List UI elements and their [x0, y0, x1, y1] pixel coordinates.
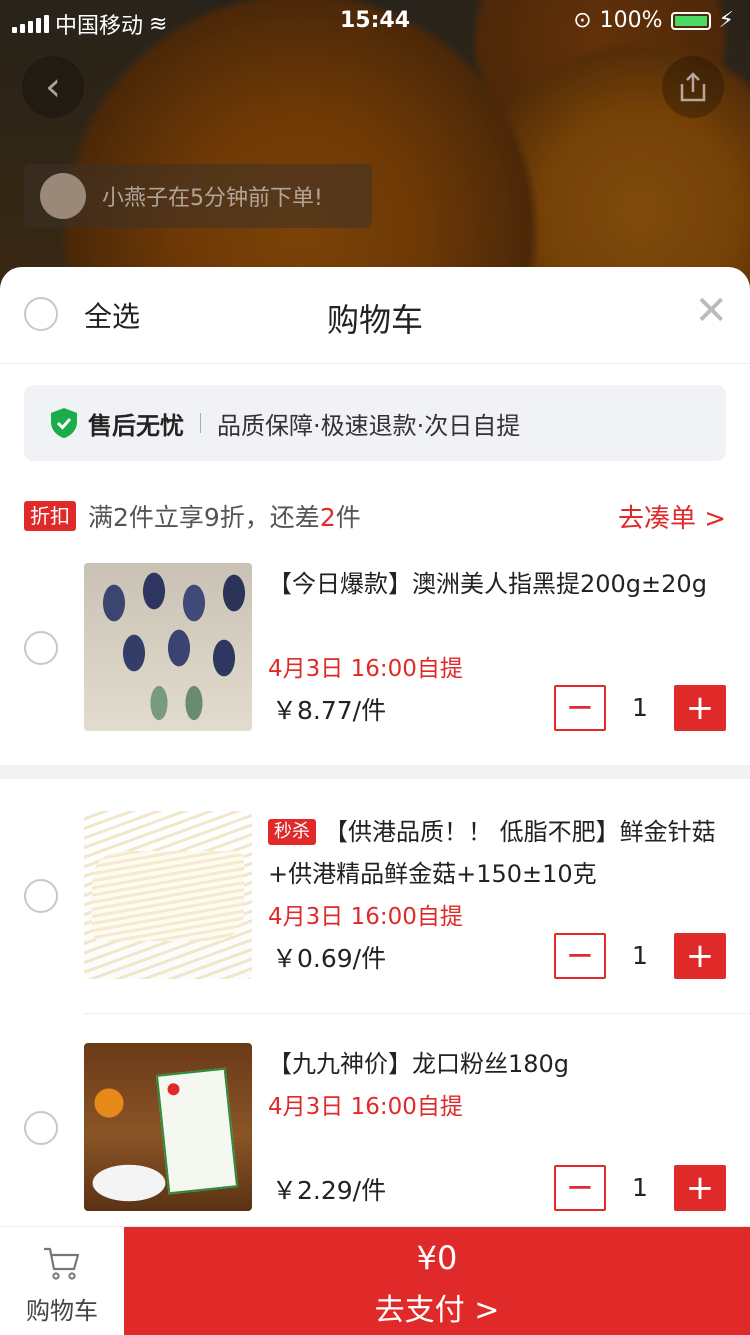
rotation-lock-icon: ⊙ [573, 8, 592, 33]
cart-tab[interactable]: 购物车 [0, 1227, 124, 1335]
promo-text-suffix: 件 [335, 503, 361, 532]
charging-icon: ⚡ [718, 8, 734, 33]
shopping-cart-icon [44, 1247, 80, 1280]
share-button[interactable] [662, 56, 724, 118]
quantity-decrease-button[interactable]: − [554, 685, 606, 731]
cart-item: 【今日爆款】澳洲美人指黑提200g±20g 4月3日 16:00自提 ￥8.77… [0, 563, 750, 763]
quantity-decrease-button[interactable]: − [554, 933, 606, 979]
quantity-value: 1 [632, 1173, 648, 1202]
pay-button[interactable]: ¥0 去支付 > [124, 1227, 750, 1335]
close-icon[interactable]: ✕ [694, 291, 728, 331]
status-bar: 中国移动 ≋ 15:44 ⊙ 100% ⚡ [0, 0, 750, 40]
order-toast: 小燕子在5分钟前下单! [24, 164, 372, 228]
quantity-increase-button[interactable]: + [674, 1165, 726, 1211]
item-title[interactable]: 【九九神价】龙口粉丝180g [268, 1043, 724, 1085]
product-thumbnail[interactable] [84, 811, 252, 979]
item-price: ￥0.69/件 [272, 944, 387, 973]
avatar [40, 173, 86, 219]
vermicelli-package-image [155, 1067, 239, 1195]
quantity-increase-button[interactable]: + [674, 933, 726, 979]
item-title-text: 【供港品质！！ 低脂不肥】鲜金针菇+供港精品鲜金菇+150±10克 [268, 818, 716, 888]
add-more-link[interactable]: 去凑单 > [618, 498, 726, 535]
product-thumbnail[interactable] [84, 563, 252, 731]
pickup-time: 4月3日 16:00自提 [268, 904, 463, 930]
cart-item: 【九九神价】龙口粉丝180g 4月3日 16:00自提 ￥2.29/件 − 1 … [0, 1043, 750, 1243]
cart-tab-label: 购物车 [26, 1297, 98, 1325]
mushroom-image [92, 851, 244, 941]
item-checkbox[interactable] [24, 1111, 58, 1145]
item-checkbox[interactable] [24, 631, 58, 665]
item-divider [84, 1013, 750, 1014]
item-title[interactable]: 秒杀 【供港品质！！ 低脂不肥】鲜金针菇+供港精品鲜金菇+150±10克 [268, 811, 724, 895]
chevron-left-icon: ‹ [45, 64, 61, 110]
section-divider [0, 765, 750, 779]
promo-text-prefix: 满2件立享9折，还差 [88, 503, 320, 532]
shield-check-icon [51, 408, 77, 438]
cart-sheet: 全选 购物车 ✕ 售后无忧 品质保障·极速退款·次日自提 折扣 满2件立享9折，… [0, 267, 750, 1334]
cart-header: 全选 购物车 ✕ [0, 267, 750, 364]
battery-percent: 100% [599, 8, 663, 33]
item-title[interactable]: 【今日爆款】澳洲美人指黑提200g±20g [268, 563, 724, 605]
discount-badge: 折扣 [24, 501, 76, 531]
cart-title: 购物车 [326, 301, 423, 339]
quantity-value: 1 [632, 941, 648, 970]
flash-sale-badge: 秒杀 [268, 819, 316, 845]
promo-text: 满2件立享9折，还差2件 [88, 498, 361, 534]
quantity-value: 1 [632, 693, 648, 722]
cart-item: 秒杀 【供港品质！！ 低脂不肥】鲜金针菇+供港精品鲜金菇+150±10克 4月3日… [0, 811, 750, 1011]
guarantee-title: 售后无忧 [88, 411, 184, 440]
back-button[interactable]: ‹ [22, 56, 84, 118]
pickup-time: 4月3日 16:00自提 [268, 656, 463, 682]
toast-text: 小燕子在5分钟前下单! [102, 186, 323, 211]
item-price: ￥8.77/件 [272, 696, 387, 725]
promo-count: 2 [319, 503, 336, 532]
pay-label: 去支付 > [374, 1293, 500, 1328]
share-icon [680, 72, 706, 102]
after-sales-banner: 售后无忧 品质保障·极速退款·次日自提 [24, 385, 726, 461]
pickup-time: 4月3日 16:00自提 [268, 1094, 463, 1120]
checkout-bar: 购物车 ¥0 去支付 > [0, 1226, 750, 1335]
item-checkbox[interactable] [24, 879, 58, 913]
item-price: ￥2.29/件 [272, 1176, 387, 1205]
guarantee-desc: 品质保障·极速退款·次日自提 [217, 411, 521, 440]
divider [200, 413, 201, 433]
quantity-decrease-button[interactable]: − [554, 1165, 606, 1211]
product-thumbnail[interactable] [84, 1043, 252, 1211]
battery-icon [670, 11, 711, 30]
pay-amount: ¥0 [416, 1239, 458, 1277]
quantity-increase-button[interactable]: + [674, 685, 726, 731]
discount-promo: 折扣 满2件立享9折，还差2件 去凑单 > [24, 498, 726, 535]
